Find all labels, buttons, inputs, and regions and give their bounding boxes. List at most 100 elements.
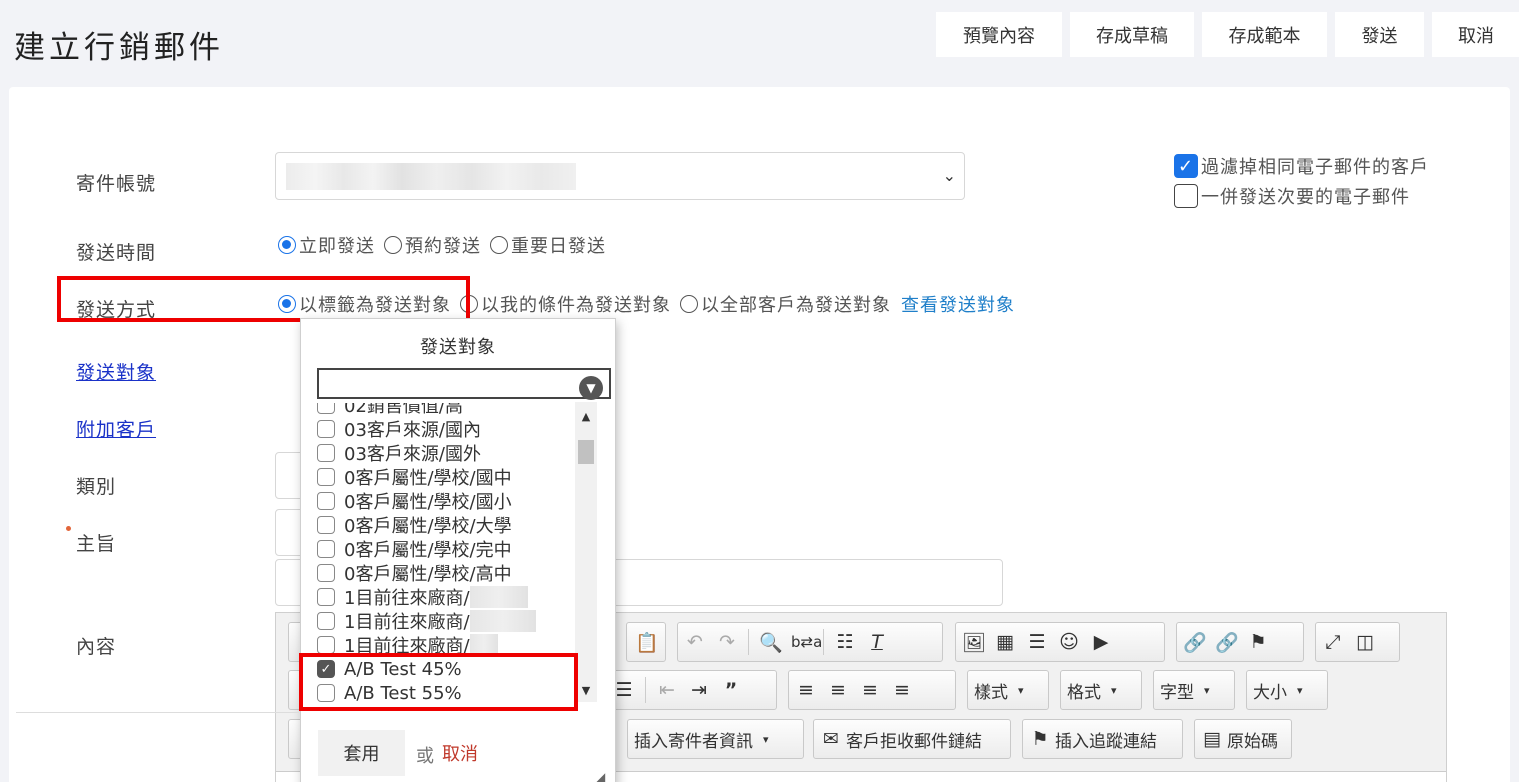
list-item[interactable]: 02銷售價值/高 xyxy=(317,403,574,417)
list-item[interactable]: 1目前往來廠商/ xyxy=(317,609,574,633)
tag-search-input[interactable]: ▼ xyxy=(317,368,611,400)
page-break-icon[interactable]: ▶ xyxy=(1090,631,1112,653)
highlight-ab-test xyxy=(299,653,578,711)
checkbox-icon[interactable] xyxy=(317,588,335,606)
recipients-link[interactable]: 發送對象 xyxy=(76,358,156,385)
style-dropdown[interactable]: 樣式 ▾ xyxy=(967,670,1049,710)
dropdown-toggle-icon[interactable]: ▼ xyxy=(579,376,603,400)
align-left-icon[interactable]: ≡ xyxy=(795,679,817,701)
align-center-icon[interactable]: ≡ xyxy=(827,679,849,701)
sender-account-select[interactable]: ⌄ xyxy=(275,152,965,200)
indent-icon[interactable]: ⇥ xyxy=(688,679,710,701)
link-icon[interactable]: 🔗 xyxy=(1183,631,1207,654)
table-icon[interactable]: ▦ xyxy=(994,631,1016,653)
unsubscribe-icon: ✉ xyxy=(823,728,839,750)
send-mode-all-customers[interactable]: 以全部客戶為發送對象 xyxy=(680,291,891,317)
dropdown-cancel-link[interactable]: 取消 xyxy=(442,740,478,766)
send-button[interactable]: 發送 xyxy=(1335,12,1424,57)
unsubscribe-link-button[interactable]: ✉ 客戶拒收郵件鏈結 xyxy=(813,719,1011,759)
radio-icon[interactable] xyxy=(680,295,698,313)
font-dropdown[interactable]: 字型 ▾ xyxy=(1153,670,1235,710)
list-item[interactable]: 03客戶來源/國內 xyxy=(317,417,574,441)
save-template-button[interactable]: 存成範本 xyxy=(1202,12,1327,57)
sender-label: 寄件帳號 xyxy=(76,173,157,195)
list-item[interactable]: 1目前往來廠商/ xyxy=(317,585,574,609)
size-dropdown[interactable]: 大小 ▾ xyxy=(1246,670,1328,710)
outdent-icon[interactable]: ⇤ xyxy=(656,679,678,701)
scroll-up-icon[interactable]: ▲ xyxy=(575,410,597,423)
send-time-immediate[interactable]: 立即發送 xyxy=(278,232,375,258)
bulleted-list-icon[interactable]: ☰ xyxy=(613,679,635,701)
flag-icon: ⚑ xyxy=(1031,728,1049,750)
toolbar-group-paste: 📋 xyxy=(626,622,666,662)
checkbox-icon[interactable] xyxy=(317,612,335,630)
unlink-icon[interactable]: 🔗 xyxy=(1215,631,1239,654)
source-code-button[interactable]: ▤ 原始碼 xyxy=(1194,719,1292,759)
checkbox-icon[interactable] xyxy=(317,636,335,654)
list-item[interactable]: 0客戶屬性/學校/完中 xyxy=(317,537,574,561)
list-item[interactable]: 0客戶屬性/學校/大學 xyxy=(317,513,574,537)
format-painter-icon[interactable]: ☷ xyxy=(834,631,856,653)
insert-tracking-link-button[interactable]: ⚑ 插入追蹤連結 xyxy=(1022,719,1183,759)
preview-button[interactable]: 預覽內容 xyxy=(936,12,1062,57)
send-mode-by-condition[interactable]: 以我的條件為發送對象 xyxy=(460,291,671,317)
send-time-scheduled[interactable]: 預約發送 xyxy=(384,232,481,258)
show-blocks-icon[interactable]: ◫ xyxy=(1354,631,1376,653)
checkbox-icon[interactable] xyxy=(317,492,335,510)
find-icon[interactable]: 🔍 xyxy=(759,631,783,654)
highlight-send-mode xyxy=(57,276,470,322)
filter-duplicate-option[interactable]: ✓ 過濾掉相同電子郵件的客戶 xyxy=(1174,153,1429,179)
apply-button[interactable]: 套用 xyxy=(318,730,405,776)
checkbox-icon[interactable] xyxy=(317,516,335,534)
align-justify-icon[interactable]: ≡ xyxy=(891,679,913,701)
required-marker xyxy=(66,526,71,531)
list-item[interactable]: 03客戶來源/國外 xyxy=(317,441,574,465)
replace-icon[interactable]: b⇄a xyxy=(791,633,822,651)
content-label: 內容 xyxy=(76,636,117,658)
checkbox-icon[interactable] xyxy=(317,468,335,486)
redacted-text xyxy=(469,586,528,608)
emoji-icon[interactable]: ☺ xyxy=(1058,631,1080,653)
send-secondary-option[interactable]: 一併發送次要的電子郵件 xyxy=(1174,183,1410,209)
cancel-button[interactable]: 取消 xyxy=(1432,12,1519,57)
redacted-sender-value xyxy=(286,163,576,190)
tag-list-scrollbar[interactable]: ▲ ▼ xyxy=(575,402,597,702)
format-dropdown[interactable]: 格式 ▾ xyxy=(1060,670,1142,710)
list-item[interactable]: 0客戶屬性/學校/國中 xyxy=(317,465,574,489)
scroll-thumb[interactable] xyxy=(578,440,594,464)
checkbox-icon[interactable] xyxy=(317,540,335,558)
view-recipients-link[interactable]: 查看發送對象 xyxy=(901,291,1015,317)
checkbox-checked-icon[interactable]: ✓ xyxy=(1174,154,1198,178)
recipients-dropdown-panel: 發送對象 ▼ 02銷售價值/高 03客戶來源/國內 03客戶來源/國外 0客戶屬… xyxy=(300,318,616,782)
send-time-important-date[interactable]: 重要日發送 xyxy=(490,232,606,258)
maximize-icon[interactable]: ⤢ xyxy=(1322,631,1344,653)
send-time-options: 立即發送 預約發送 重要日發送 xyxy=(278,232,615,258)
horizontal-line-icon[interactable]: ☰ xyxy=(1026,631,1048,653)
resize-grip-icon[interactable]: ◢ xyxy=(596,770,605,782)
paste-icon[interactable]: 📋 xyxy=(635,631,659,654)
save-draft-button[interactable]: 存成草稿 xyxy=(1070,12,1194,57)
undo-icon[interactable]: ↶ xyxy=(684,631,706,653)
blockquote-icon[interactable]: ” xyxy=(720,679,742,701)
scroll-down-icon[interactable]: ▼ xyxy=(575,684,597,697)
toolbar-group-insert: 🖼 ▦ ☰ ☺ ▶ xyxy=(955,622,1165,662)
radio-selected-icon[interactable] xyxy=(278,236,296,254)
list-item[interactable]: 0客戶屬性/學校/國小 xyxy=(317,489,574,513)
insert-sender-info-dropdown[interactable]: 插入寄件者資訊 ▾ xyxy=(627,719,804,759)
image-icon[interactable]: 🖼 xyxy=(962,631,986,654)
checkbox-icon[interactable] xyxy=(317,403,335,414)
add-customers-link[interactable]: 附加客戶 xyxy=(76,415,156,442)
redo-icon[interactable]: ↷ xyxy=(716,631,738,653)
checkbox-icon[interactable] xyxy=(317,444,335,462)
radio-icon[interactable] xyxy=(384,236,402,254)
checkbox-icon[interactable] xyxy=(317,420,335,438)
checkbox-icon[interactable] xyxy=(1174,184,1198,208)
align-right-icon[interactable]: ≡ xyxy=(859,679,881,701)
list-item[interactable]: 0客戶屬性/學校/高中 xyxy=(317,561,574,585)
anchor-flag-icon[interactable]: ⚑ xyxy=(1247,631,1269,653)
checkbox-icon[interactable] xyxy=(317,564,335,582)
toolbar-group-align: ≡ ≡ ≡ ≡ xyxy=(788,670,956,710)
remove-format-icon[interactable]: T xyxy=(866,631,888,653)
radio-icon[interactable] xyxy=(490,236,508,254)
toolbar-group-edit: ↶ ↷ 🔍 b⇄a ☷ T xyxy=(677,622,943,662)
